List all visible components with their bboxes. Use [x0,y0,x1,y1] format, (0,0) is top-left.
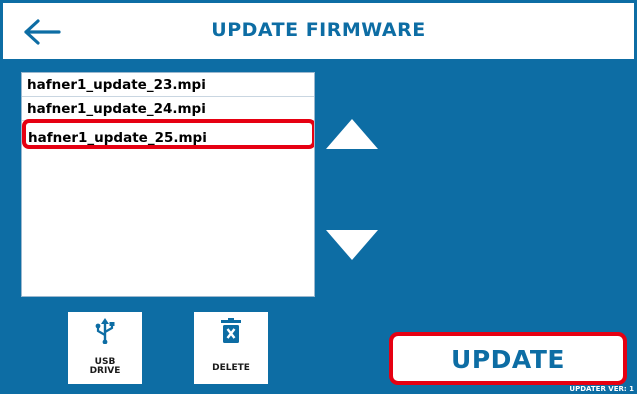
file-item-selected[interactable]: hafner1_update_25.mpi [22,119,314,149]
trash-icon [221,318,241,343]
version-label: UPDATER VER: 1 [569,385,634,393]
file-list[interactable]: hafner1_update_23.mpi hafner1_update_24.… [21,72,315,297]
update-button[interactable]: UPDATE [389,332,627,385]
usb-icon [95,318,115,344]
file-item[interactable]: hafner1_update_24.mpi [22,97,314,121]
scroll-up-button[interactable] [325,118,379,150]
scroll-down-button[interactable] [325,229,379,261]
update-button-label: UPDATE [451,345,565,374]
usb-label-line2: DRIVE [89,366,121,376]
file-item[interactable]: hafner1_update_23.mpi [22,73,314,97]
delete-button[interactable]: DELETE [194,312,268,384]
header-bar: UPDATE FIRMWARE [0,0,637,62]
delete-label: DELETE [212,363,250,373]
usb-drive-button[interactable]: USB DRIVE [68,312,142,384]
triangle-up-icon [326,119,378,149]
page-title: UPDATE FIRMWARE [211,19,426,41]
triangle-down-icon [326,230,378,260]
